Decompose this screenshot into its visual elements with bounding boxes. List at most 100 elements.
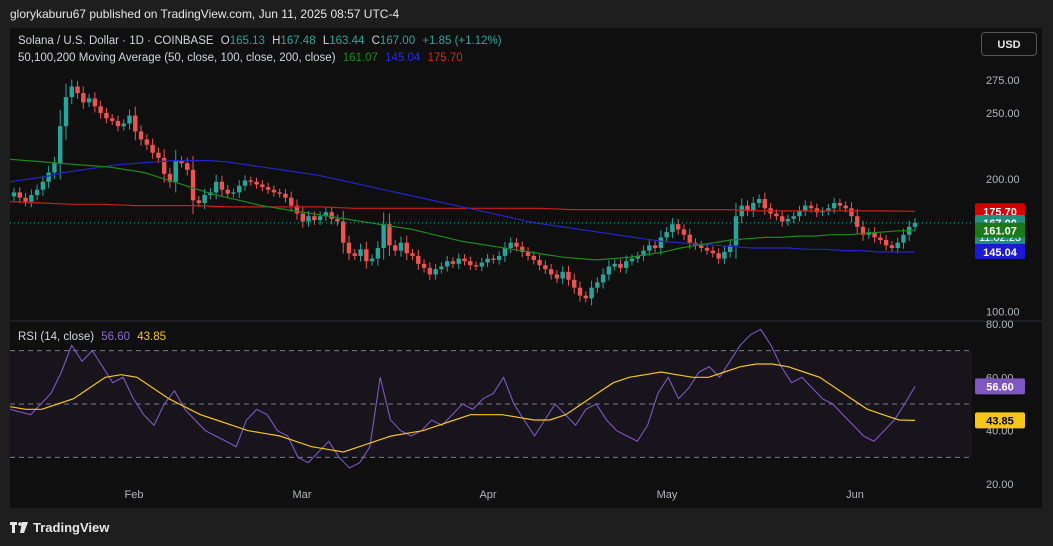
candle-body [364, 249, 369, 262]
rsi-value: 56.60 [101, 331, 131, 343]
price-axis-tick: 100.00 [986, 307, 1020, 319]
currency-button[interactable]: USD [981, 32, 1037, 56]
candle-body [242, 180, 248, 186]
candle-body [843, 205, 848, 209]
candle-body [849, 208, 854, 217]
candle-body [531, 255, 537, 260]
candle-body [912, 222, 918, 227]
candle-body [808, 205, 814, 209]
x-axis-month: May [657, 489, 678, 501]
close-label: C [371, 35, 380, 47]
candle-body [462, 258, 467, 262]
symbol-title: Solana / U.S. Dollar · 1D · COINBASE [18, 35, 214, 47]
candle-body [265, 187, 271, 190]
publisher-line: glorykaburu67 published on TradingView.c… [10, 7, 400, 21]
candle-body [346, 242, 352, 254]
ma100-price-label: 145.04 [983, 247, 1018, 259]
candle-body [34, 189, 40, 196]
candle-body [29, 195, 34, 202]
candle-body [456, 258, 461, 264]
candle-body [115, 120, 121, 127]
tradingview-logo-icon [10, 522, 28, 533]
rsi-axis-tick: 80.00 [986, 319, 1014, 331]
rsi-legend: RSI (14, close) 56.60 43.85 [18, 331, 170, 343]
chart-area[interactable]: 100.00150.00200.00250.00275.0020.0040.00… [10, 28, 1042, 508]
candle-body [664, 232, 669, 238]
candle-body [86, 98, 92, 103]
candle-body [306, 216, 311, 222]
candle-body [225, 189, 230, 194]
x-axis-month: Mar [293, 489, 312, 501]
candle-body [722, 251, 727, 259]
candle-body [17, 192, 22, 198]
candle-body [190, 169, 196, 201]
candle-body [670, 224, 675, 233]
candle-body [756, 199, 762, 203]
low-value: 163.44 [329, 35, 365, 47]
candle-body [479, 262, 485, 267]
candle-body [439, 266, 444, 270]
candle-body [450, 261, 456, 264]
candle-body [109, 118, 115, 121]
candle-body [404, 242, 409, 254]
candle-body [508, 242, 513, 248]
candle-body [855, 216, 860, 227]
candle-body [600, 274, 606, 283]
candle-body [63, 97, 69, 127]
candle-body [289, 197, 294, 206]
rsi-axis-tick: 20.00 [986, 479, 1014, 491]
tradingview-logo: TradingView [10, 520, 109, 535]
ma50-price-label: 161.07 [983, 226, 1017, 238]
candle-body [537, 259, 542, 266]
candle-body [831, 202, 837, 209]
candle-body [572, 279, 577, 288]
candle-body [797, 210, 802, 217]
candle-body [312, 216, 317, 221]
candle-body [40, 181, 46, 190]
candle-body [410, 253, 415, 256]
ma50-line [10, 158, 916, 261]
candle-body [566, 271, 571, 280]
candle-body [733, 216, 739, 246]
candle-body [46, 172, 51, 182]
candle-body [416, 255, 421, 264]
candle-body [491, 258, 496, 260]
candle-body [681, 229, 687, 235]
candle-body [583, 295, 588, 299]
candle-body [779, 216, 785, 222]
candle-body [213, 181, 219, 193]
candle-body [254, 181, 259, 185]
candle-body [202, 195, 207, 203]
ma-legend: 50,100,200 Moving Average (50, close, 10… [18, 52, 467, 64]
close-value: 167.00 [379, 35, 416, 47]
candle-body [739, 205, 744, 217]
candle-body [23, 197, 28, 202]
tradingview-brand: TradingView [33, 520, 110, 535]
candle-body [710, 250, 716, 254]
candle-body [173, 160, 178, 182]
candle-body [381, 224, 386, 248]
candle-body [58, 126, 63, 164]
candle-body [196, 200, 202, 203]
candle-body [156, 152, 161, 158]
candle-body [687, 234, 692, 243]
price-axis-tick: 250.00 [986, 108, 1020, 120]
candle-body [375, 247, 381, 259]
candle-body [543, 265, 548, 270]
candle-body [358, 249, 363, 256]
ma100-value: 145.04 [385, 52, 421, 64]
chart-svg[interactable]: 100.00150.00200.00250.00275.0020.0040.00… [10, 28, 1042, 508]
candle-body [121, 123, 126, 127]
candle-body [69, 86, 74, 98]
candle-body [387, 224, 392, 246]
candle-body [554, 274, 560, 279]
candle-body [548, 269, 554, 275]
candle-body [496, 255, 502, 260]
candle-body [624, 261, 629, 268]
candle-body [133, 115, 138, 132]
candle-body [889, 245, 895, 248]
open-value: 165.13 [229, 35, 265, 47]
candle-body [260, 184, 265, 188]
candle-body [606, 266, 612, 275]
candle-body [803, 205, 808, 211]
